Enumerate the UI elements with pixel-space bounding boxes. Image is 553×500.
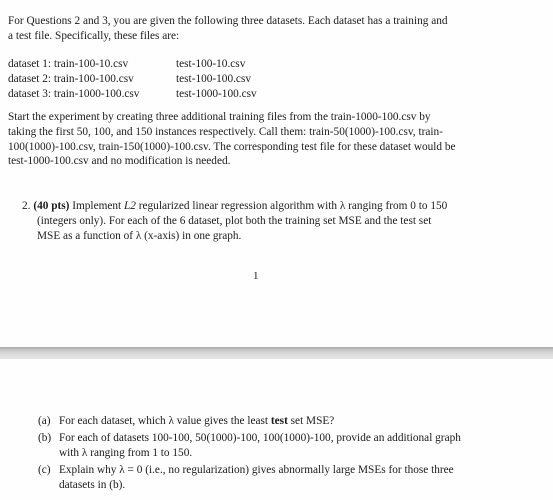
question-text: Implement (69, 200, 124, 212)
subquestion-label: (a) (38, 415, 51, 427)
dataset-row: dataset 2: train-100-100.csv test-100-100… (8, 72, 251, 86)
intro-line: a test file. Specifically, these files a… (8, 29, 180, 42)
question-2-line: 2. (40 pts) Implement L2 regularized lin… (22, 199, 447, 214)
subquestion-text: set MSE? (287, 415, 335, 427)
question-text: regularized linear regression algorithm … (135, 200, 448, 212)
dataset-train: dataset 3: train-1000-100.csv (8, 87, 176, 101)
emphasis-test: test (270, 415, 288, 427)
dataset-train: dataset 2: train-100-100.csv (8, 72, 176, 86)
subquestion-line: (a) For each dataset, which λ value gives… (38, 414, 334, 429)
train-file: train-100-100.csv (53, 73, 134, 85)
question-points: (40 pts) (33, 200, 70, 212)
question-2-line: MSE as a function of λ (x-axis) in one g… (37, 229, 242, 242)
subquestion-a: (a) For each dataset, which λ value gives… (38, 414, 334, 429)
document-page-2: (a) For each dataset, which λ value gives… (0, 359, 553, 500)
subquestion-label: (b) (38, 432, 52, 444)
subquestion-line: with λ ranging from 1 to 150. (59, 446, 193, 459)
experiment-paragraph: Start the experiment by creating three a… (8, 110, 456, 169)
subquestion-text: Explain why λ = 0 (i.e., no regularizati… (59, 464, 454, 476)
question-number: 2. (22, 200, 31, 212)
question-2-line: (integers only). For each of the 6 datas… (37, 214, 432, 227)
dataset-label: dataset 1: (8, 58, 51, 70)
dataset-label: dataset 3: (8, 88, 51, 100)
subquestion-line: (b) For each of datasets 100-100, 50(1000… (38, 431, 461, 446)
question-2: 2. (40 pts) Implement L2 regularized lin… (22, 199, 447, 243)
dataset-train: dataset 1: train-100-10.csv (8, 57, 176, 71)
subquestion-text: For each dataset, which λ value gives th… (59, 415, 271, 427)
test-file: test-100-10.csv (176, 58, 246, 70)
subquestion-b: (b) For each of datasets 100-100, 50(1000… (38, 431, 461, 461)
dataset-row: dataset 1: train-100-10.csv test-100-10.c… (8, 57, 245, 71)
train-file: train-100-10.csv (53, 58, 129, 70)
test-file: test-100-100.csv (176, 73, 251, 85)
test-file: test-1000-100.csv (176, 88, 257, 100)
subquestion-label: (c) (38, 464, 51, 476)
intro-paragraph: For Questions 2 and 3, you are given the… (8, 14, 448, 43)
intro-line: For Questions 2 and 3, you are given the… (8, 15, 448, 27)
l2-math: L2 (124, 200, 136, 212)
document-page-1: For Questions 2 and 3, you are given the… (0, 0, 553, 347)
train-file: train-1000-100.csv (53, 88, 140, 100)
subquestion-line: datasets in (b). (59, 478, 126, 491)
experiment-line: test-1000-100.csv and no modification is… (8, 155, 231, 168)
subquestion-line: (c) Explain why λ = 0 (i.e., no regulariz… (38, 463, 454, 478)
subquestion-c: (c) Explain why λ = 0 (i.e., no regulariz… (38, 463, 454, 493)
experiment-line: taking the first 50, 100, and 150 instan… (8, 125, 443, 138)
dataset-row: dataset 3: train-1000-100.csv test-1000-1… (8, 87, 257, 101)
page-break-separator (0, 347, 553, 359)
page-number: 1 (253, 270, 259, 282)
experiment-line: 100(1000)-100.csv, train-150(1000)-100.c… (8, 140, 456, 153)
experiment-line: Start the experiment by creating three a… (8, 111, 431, 123)
subquestion-text: For each of datasets 100-100, 50(1000)-1… (59, 432, 461, 444)
dataset-label: dataset 2: (8, 73, 51, 85)
